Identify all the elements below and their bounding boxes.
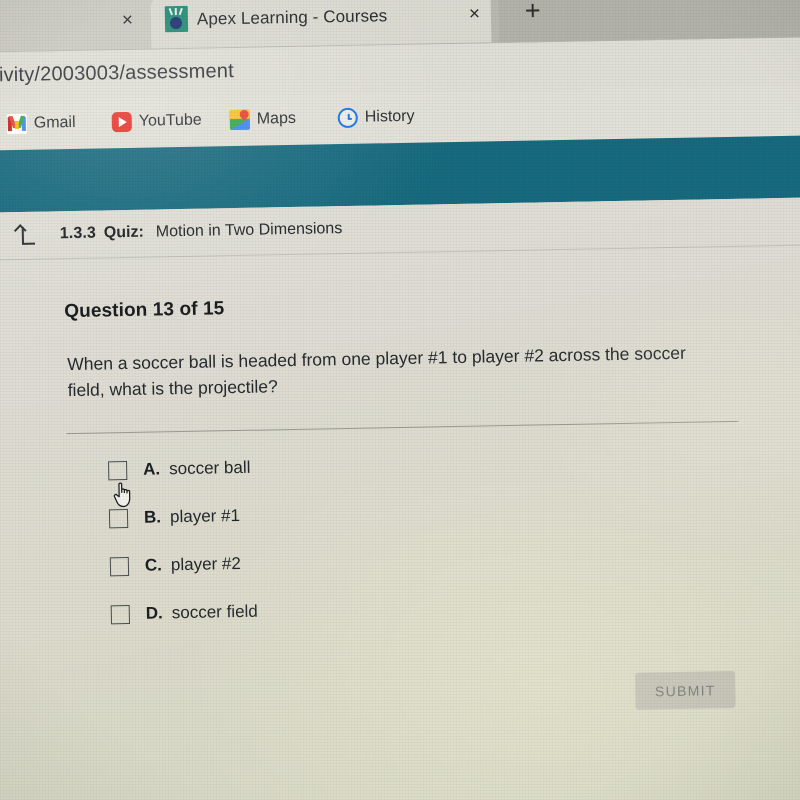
bookmark-gmail[interactable]: Gmail: [6, 113, 76, 135]
quiz-keyword: Quiz:: [103, 223, 144, 242]
checkbox-option-d[interactable]: [110, 604, 130, 624]
checkbox-option-a[interactable]: [108, 460, 128, 480]
bookmark-history[interactable]: History: [337, 107, 415, 129]
gmail-icon: [6, 113, 28, 135]
option-b-letter: B.: [143, 507, 162, 527]
tab-strip-empty-area: [498, 0, 800, 43]
browser-window: × Apex Learning - Courses × + /activity/…: [0, 0, 800, 800]
close-icon-tab-1[interactable]: ×: [122, 10, 133, 31]
checkbox-option-b[interactable]: [108, 508, 129, 528]
option-a-label: soccer ball: [168, 457, 251, 479]
checkbox-option-c[interactable]: [109, 556, 130, 576]
history-clock-icon: [337, 107, 358, 129]
submit-button[interactable]: SUBMIT: [634, 670, 736, 710]
youtube-icon: [111, 111, 132, 133]
new-tab-plus-icon[interactable]: +: [525, 0, 541, 26]
option-c-label: player #2: [170, 553, 242, 575]
option-d-letter: D.: [145, 603, 163, 623]
option-b-label: player #1: [169, 505, 241, 527]
close-icon-tab-2[interactable]: ×: [469, 3, 480, 24]
quiz-number: 1.3.3: [59, 224, 97, 243]
photographed-screen: × Apex Learning - Courses × + /activity/…: [0, 0, 800, 800]
question-text: When a soccer ball is headed from one pl…: [67, 342, 686, 401]
url-text[interactable]: /activity/2003003/assessment: [0, 60, 234, 88]
browser-tab-inactive[interactable]: [0, 0, 160, 54]
bookmark-youtube[interactable]: YouTube: [111, 111, 202, 133]
question-divider: [66, 420, 739, 435]
answer-options-list: A. soccer ball B. player #1 C. player #2…: [0, 440, 800, 624]
bookmark-gmail-label: Gmail: [33, 113, 76, 132]
question-counter: Question 13 of 15: [64, 298, 225, 323]
option-d-label: soccer field: [171, 601, 258, 623]
quiz-title: Motion in Two Dimensions: [155, 220, 343, 241]
bookmark-youtube-label: YouTube: [138, 111, 202, 130]
pointer-hand-cursor: [113, 482, 131, 508]
bookmark-maps[interactable]: Maps: [229, 109, 297, 131]
answer-option-c[interactable]: C. player #2: [109, 551, 242, 579]
bookmark-maps-label: Maps: [256, 109, 297, 128]
answer-option-d[interactable]: D. soccer field: [110, 599, 258, 628]
option-c-letter: C.: [144, 555, 163, 575]
browser-tab-title[interactable]: Apex Learning - Courses: [197, 6, 388, 29]
apex-learning-favicon: [164, 5, 189, 33]
bookmark-history-label: History: [364, 107, 415, 126]
back-arrow-icon[interactable]: [13, 224, 36, 245]
maps-icon: [229, 109, 250, 131]
option-a-letter: A.: [142, 459, 161, 479]
